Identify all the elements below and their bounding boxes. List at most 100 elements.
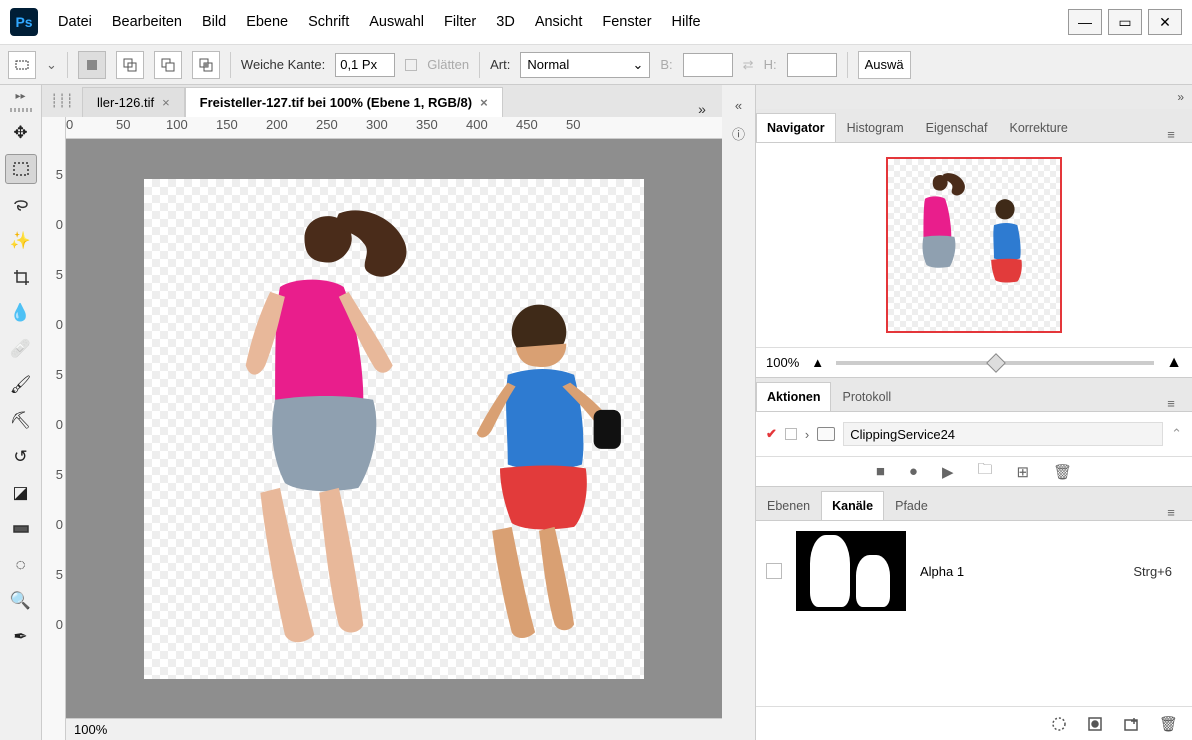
- pen-tool[interactable]: ✒: [5, 622, 37, 652]
- stop-button[interactable]: ■: [876, 463, 885, 480]
- channel-shortcut: Strg+6: [1133, 564, 1172, 579]
- delete-channel-icon[interactable]: 🗑: [1159, 715, 1178, 733]
- scroll-up-icon[interactable]: ⌃: [1171, 426, 1182, 442]
- zoom-level[interactable]: 100%: [74, 722, 107, 737]
- menu-item[interactable]: Schrift: [308, 14, 349, 30]
- collapse-icon[interactable]: ▸▸: [15, 91, 25, 102]
- move-tool[interactable]: ✥: [5, 118, 37, 148]
- zoom-in-icon[interactable]: ▲: [1166, 354, 1182, 372]
- panel-tab-histogram[interactable]: Histogram: [836, 113, 915, 142]
- grip-icon[interactable]: [10, 108, 32, 112]
- minimize-button[interactable]: —: [1068, 9, 1102, 35]
- menu-item[interactable]: Hilfe: [672, 14, 701, 30]
- panel-tab-properties[interactable]: Eigenschaf: [915, 113, 999, 142]
- document-tab[interactable]: Freisteller-127.tif bei 100% (Ebene 1, R…: [185, 87, 503, 117]
- app-logo: Ps: [10, 8, 38, 36]
- gradient-tool[interactable]: [5, 514, 37, 544]
- feather-input[interactable]: [335, 53, 395, 77]
- expand-panels-icon[interactable]: »: [756, 85, 1192, 109]
- maximize-button[interactable]: ▭: [1108, 9, 1142, 35]
- options-bar: ⌄ Weiche Kante: Glätten Art: Normal⌄ B: …: [0, 45, 1192, 85]
- dodge-tool[interactable]: 🔍: [5, 586, 37, 616]
- menu-item[interactable]: Auswahl: [369, 14, 424, 30]
- new-action-button[interactable]: ⊞: [1017, 463, 1030, 481]
- expand-icon[interactable]: ›: [805, 427, 809, 442]
- trash-button[interactable]: 🗑: [1053, 463, 1072, 481]
- action-set-name[interactable]: ClippingService24: [843, 422, 1163, 446]
- zoom-out-icon[interactable]: ▲: [811, 355, 824, 370]
- menu-item[interactable]: Bearbeiten: [112, 14, 182, 30]
- menu-item[interactable]: Ansicht: [535, 14, 583, 30]
- zoom-slider[interactable]: [836, 361, 1154, 365]
- antialias-checkbox[interactable]: [405, 59, 417, 71]
- swap-icon: ⇄: [743, 57, 754, 73]
- blur-tool[interactable]: ◌: [5, 550, 37, 580]
- lasso-tool[interactable]: [5, 190, 37, 220]
- panel-tab-paths[interactable]: Pfade: [884, 491, 939, 520]
- record-button[interactable]: ●: [909, 463, 918, 480]
- marquee-tool-preset[interactable]: [8, 51, 36, 79]
- play-button[interactable]: ▶: [942, 463, 954, 481]
- channel-row[interactable]: Alpha 1 Strg+6: [766, 531, 1182, 611]
- style-select[interactable]: Normal⌄: [520, 52, 650, 78]
- new-channel-icon[interactable]: [1123, 716, 1139, 732]
- eraser-tool[interactable]: ◪: [5, 478, 37, 508]
- runner-female-figure: [204, 189, 454, 679]
- navigator-panel: Navigator Histogram Eigenschaf Korrektur…: [756, 109, 1192, 377]
- eyedropper-tool[interactable]: 💧: [5, 298, 37, 328]
- runner-male-figure: [434, 289, 644, 679]
- panel-menu-icon[interactable]: ≡: [1156, 396, 1186, 411]
- main-menu: Datei Bearbeiten Bild Ebene Schrift Ausw…: [58, 14, 1068, 30]
- magic-wand-tool[interactable]: ✨: [5, 226, 37, 256]
- panel-tab-actions[interactable]: Aktionen: [756, 382, 831, 411]
- selection-intersect-button[interactable]: [192, 51, 220, 79]
- close-tab-icon[interactable]: ×: [162, 95, 170, 110]
- select-and-mask-button[interactable]: Auswä: [858, 51, 911, 79]
- action-set-row[interactable]: ✔ › ClippingService24 ⌃: [766, 420, 1182, 448]
- collapse-icon[interactable]: «: [727, 93, 751, 117]
- channel-thumbnail: [796, 531, 906, 611]
- grip-icon[interactable]: ┊┊┊: [42, 85, 82, 117]
- close-tab-icon[interactable]: ×: [480, 95, 488, 110]
- load-selection-icon[interactable]: [1051, 716, 1067, 732]
- menu-item[interactable]: 3D: [496, 14, 515, 30]
- action-enabled-icon[interactable]: ✔: [766, 426, 777, 442]
- selection-new-button[interactable]: [78, 51, 106, 79]
- navigator-thumbnail[interactable]: [886, 157, 1062, 333]
- document-tab-bar: ┊┊┊ ller-126.tif× Freisteller-127.tif be…: [42, 85, 722, 117]
- crop-tool[interactable]: [5, 262, 37, 292]
- navigator-zoom-value[interactable]: 100%: [766, 355, 799, 370]
- info-panel-icon[interactable]: ⓘ: [727, 121, 751, 145]
- action-dialog-toggle[interactable]: [785, 428, 797, 440]
- panel-tab-adjustments[interactable]: Korrekture: [998, 113, 1078, 142]
- new-set-button[interactable]: 🗀: [978, 459, 993, 484]
- chevron-down-icon[interactable]: ⌄: [46, 57, 57, 73]
- document-canvas[interactable]: [66, 139, 722, 718]
- menu-item[interactable]: Filter: [444, 14, 476, 30]
- healing-brush-tool[interactable]: 🩹: [5, 334, 37, 364]
- panel-tab-history[interactable]: Protokoll: [831, 382, 902, 411]
- selection-subtract-button[interactable]: [154, 51, 182, 79]
- panel-tab-navigator[interactable]: Navigator: [756, 113, 836, 142]
- panel-menu-icon[interactable]: ≡: [1156, 505, 1186, 520]
- style-label: Art:: [490, 57, 510, 72]
- menu-item[interactable]: Ebene: [246, 14, 288, 30]
- horizontal-ruler: 05010015020025030035040045050: [66, 117, 722, 139]
- panel-menu-icon[interactable]: ≡: [1156, 127, 1186, 142]
- marquee-tool[interactable]: [5, 154, 37, 184]
- more-tabs-icon[interactable]: »: [692, 101, 722, 117]
- menu-item[interactable]: Fenster: [602, 14, 651, 30]
- save-selection-icon[interactable]: [1087, 716, 1103, 732]
- menu-item[interactable]: Datei: [58, 14, 92, 30]
- visibility-toggle[interactable]: [766, 563, 782, 579]
- history-brush-tool[interactable]: ↺: [5, 442, 37, 472]
- brush-tool[interactable]: 🖌: [5, 370, 37, 400]
- panel-tab-channels[interactable]: Kanäle: [821, 491, 884, 520]
- document-tab[interactable]: ller-126.tif×: [82, 87, 185, 117]
- panel-tab-layers[interactable]: Ebenen: [756, 491, 821, 520]
- clone-stamp-tool[interactable]: ⛏: [5, 406, 37, 436]
- feather-label: Weiche Kante:: [241, 57, 325, 72]
- selection-add-button[interactable]: [116, 51, 144, 79]
- menu-item[interactable]: Bild: [202, 14, 226, 30]
- close-button[interactable]: ✕: [1148, 9, 1182, 35]
